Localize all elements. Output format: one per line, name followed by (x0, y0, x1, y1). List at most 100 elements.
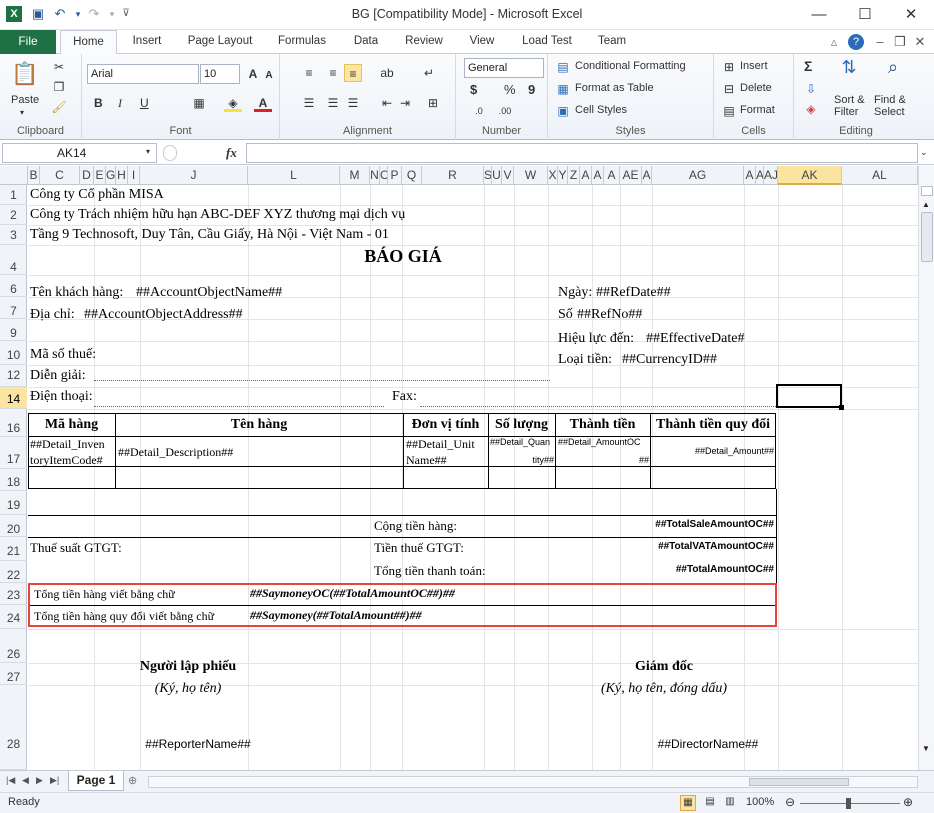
column-header[interactable]: A (756, 166, 764, 185)
row-header[interactable]: 20 (0, 515, 27, 537)
decrease-decimal-icon[interactable]: .00 (496, 102, 514, 120)
column-header[interactable]: A (604, 166, 620, 185)
sheet-tab-page-1[interactable]: Page 1 (68, 771, 124, 791)
column-header[interactable]: D (80, 166, 94, 185)
align-center-icon[interactable]: ☰ (324, 94, 342, 112)
bold-button[interactable]: B (94, 96, 103, 110)
column-header[interactable]: H (116, 166, 128, 185)
horizontal-scroll-thumb[interactable] (749, 778, 849, 786)
row-header[interactable]: 10 (0, 341, 27, 365)
select-label[interactable]: Select (874, 106, 905, 118)
decrease-indent-icon[interactable]: ⇤ (378, 94, 396, 112)
align-middle-icon[interactable]: ≡ (324, 64, 342, 82)
column-header[interactable]: AG (652, 166, 744, 185)
column-header[interactable]: M (340, 166, 370, 185)
row-header[interactable]: 22 (0, 561, 27, 583)
zoom-in-icon[interactable]: ⊕ (900, 795, 916, 811)
column-header[interactable]: L (248, 166, 340, 185)
column-header[interactable]: R (422, 166, 484, 185)
tab-home[interactable]: Home (60, 30, 117, 55)
currency-button[interactable]: $ (470, 82, 477, 97)
increase-indent-icon[interactable]: ⇥ (396, 94, 414, 112)
close-button[interactable]: ✕ (888, 0, 934, 30)
fill-handle[interactable] (839, 405, 844, 410)
clear-icon[interactable]: ◈ (802, 100, 820, 118)
formula-input[interactable] (246, 143, 918, 163)
row-header[interactable]: 17 (0, 437, 27, 469)
name-box-dropdown-icon[interactable]: ▾ (146, 147, 150, 156)
row-header[interactable]: 4 (0, 245, 27, 275)
workbook-restore-icon[interactable]: ❐ (892, 34, 908, 50)
row-header[interactable]: 28 (0, 685, 27, 770)
column-header[interactable]: Q (402, 166, 422, 185)
number-format-select[interactable]: General (464, 58, 544, 78)
insert-cells-button[interactable]: Insert (740, 60, 768, 72)
underline-button[interactable]: U (140, 96, 149, 110)
conditional-formatting-button[interactable]: Conditional Formatting (575, 60, 686, 72)
row-header[interactable]: 6 (0, 275, 27, 297)
column-header[interactable]: A (592, 166, 604, 185)
scroll-down-icon[interactable]: ▼ (922, 744, 930, 753)
last-sheet-icon[interactable]: ▶| (50, 775, 59, 786)
paste-icon[interactable]: 📋 (10, 58, 40, 90)
row-header[interactable]: 3 (0, 225, 27, 245)
column-header[interactable]: G (106, 166, 116, 185)
scroll-thumb[interactable] (921, 212, 933, 262)
row-header[interactable]: 18 (0, 469, 27, 491)
row-header[interactable]: 24 (0, 605, 27, 629)
insert-sheet-icon[interactable]: ⊕ (128, 774, 137, 787)
tab-review[interactable]: Review (398, 30, 450, 54)
formula-bar-handle-icon[interactable] (163, 145, 177, 161)
column-header[interactable]: AE (620, 166, 642, 185)
column-header[interactable]: Z (568, 166, 580, 185)
row-header[interactable]: 2 (0, 205, 27, 225)
fill-color-icon[interactable]: ◈ (224, 94, 242, 112)
align-top-icon[interactable]: ≡ (300, 64, 318, 82)
page-break-view-icon[interactable]: ▥ (722, 795, 738, 811)
split-box[interactable] (921, 186, 933, 196)
column-header[interactable]: P (388, 166, 402, 185)
column-header[interactable]: Y (558, 166, 568, 185)
maximize-button[interactable]: ☐ (842, 0, 888, 30)
tab-team[interactable]: Team (590, 30, 634, 54)
copy-icon[interactable]: ❐ (50, 78, 68, 96)
normal-view-icon[interactable]: ▦ (680, 795, 696, 811)
align-right-icon[interactable]: ☰ (344, 94, 362, 112)
row-header[interactable]: 9 (0, 319, 27, 341)
column-header[interactable]: J (140, 166, 248, 185)
zoom-level[interactable]: 100% (746, 796, 774, 808)
help-icon[interactable]: ? (848, 34, 864, 50)
align-left-icon[interactable]: ☰ (300, 94, 318, 112)
borders-icon[interactable]: ▦ (190, 94, 208, 112)
expand-formula-icon[interactable]: ⌄ (920, 147, 928, 158)
format-as-table-button[interactable]: Format as Table (575, 82, 654, 94)
find-select-button[interactable]: Find & (874, 94, 906, 106)
row-header[interactable]: 7 (0, 297, 27, 319)
column-header[interactable]: A (744, 166, 756, 185)
tab-view[interactable]: View (460, 30, 504, 54)
column-header[interactable]: C (40, 166, 80, 185)
paste-button[interactable]: Paste (11, 94, 39, 106)
zoom-slider-thumb[interactable] (846, 798, 851, 809)
column-header[interactable]: A (580, 166, 592, 185)
column-header[interactable]: X (548, 166, 558, 185)
column-header[interactable]: I (128, 166, 140, 185)
delete-cells-button[interactable]: Delete (740, 82, 772, 94)
workbook-minimize-icon[interactable]: – (872, 34, 888, 50)
row-header[interactable]: 26 (0, 629, 27, 663)
sort-filter-button[interactable]: Sort & (834, 94, 865, 106)
column-header[interactable]: V (502, 166, 514, 185)
font-name-select[interactable]: Arial (87, 64, 199, 84)
active-cell-ak14[interactable] (776, 384, 842, 408)
scroll-up-icon[interactable]: ▲ (922, 200, 930, 209)
first-sheet-icon[interactable]: |◀ (6, 775, 15, 786)
cut-icon[interactable]: ✂ (50, 58, 68, 76)
autosum-button[interactable]: Σ (804, 58, 812, 74)
row-header[interactable]: 27 (0, 663, 27, 685)
percent-button[interactable]: % (504, 82, 516, 97)
row-header[interactable]: 1 (0, 185, 27, 205)
row-header[interactable]: 19 (0, 491, 27, 515)
tab-formulas[interactable]: Formulas (270, 30, 334, 54)
column-header[interactable]: S (484, 166, 492, 185)
format-painter-icon[interactable]: 🖌 (50, 98, 68, 116)
